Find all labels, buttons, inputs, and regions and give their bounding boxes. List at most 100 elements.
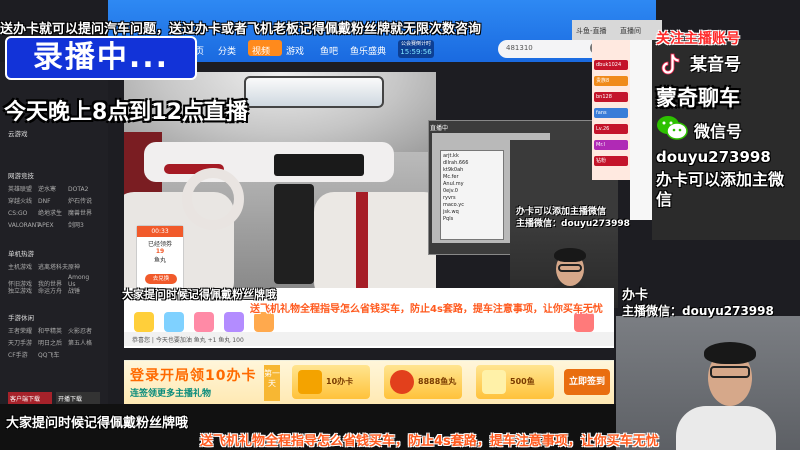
sunroof [244, 76, 384, 108]
gift-icon[interactable] [574, 312, 594, 332]
sidebar-item[interactable]: 战锤 [68, 286, 98, 295]
tiktok-label: 某音号 [690, 55, 741, 75]
follow-title: 关注主播账号 [656, 31, 740, 47]
gift-icon[interactable] [254, 312, 274, 332]
sidebar-item[interactable]: 第五人格 [68, 338, 98, 347]
sidebar-item[interactable]: CS:GO [8, 210, 38, 217]
prize-label: 8888鱼丸 [418, 377, 457, 386]
card-note: 办卡可以添加主微信 [656, 170, 785, 209]
coupon-timer: 00:33 [137, 226, 183, 237]
chat-badge: 钻粉 [594, 156, 628, 166]
nav-fishbar[interactable]: 鱼吧 [320, 44, 338, 57]
live-schedule: 今天晚上8点到12点直播 [4, 100, 248, 125]
sidebar-item[interactable]: 逆水寒 [38, 184, 68, 193]
coupon-unit: 鱼丸 [153, 257, 166, 264]
sidebar-item[interactable]: 和平精英 [38, 326, 68, 335]
sidebar-item[interactable]: DOTA2 [68, 186, 98, 193]
countdown-box[interactable]: 公会赛倒计时 15:59:56 [398, 40, 434, 58]
coupon-redeem-button[interactable]: 去兑换 [145, 274, 177, 284]
chat-badge: fans [594, 108, 628, 118]
sidebar-item[interactable]: 剑网3 [68, 220, 98, 229]
sidebar-row: VALORANTAPEX 剑网3 [8, 220, 103, 229]
wechat-icon [657, 116, 688, 140]
inner-window-title: 直播中 [430, 125, 449, 132]
nav-gala[interactable]: 鱼乐盛典 [350, 44, 386, 57]
sidebar-item[interactable]: 原神 [68, 262, 98, 271]
wechat-label: 微信号 [694, 122, 743, 141]
prize-card[interactable]: 10办卡 [292, 365, 370, 399]
sidebar-row: 穿越火线 DNF 炉石传说 [8, 196, 103, 205]
sidebar-item[interactable]: 命运方舟 [38, 286, 68, 295]
streamer-shirt [676, 406, 776, 450]
sidebar-item[interactable]: QQ飞车 [38, 350, 68, 359]
coupon-widget[interactable]: 00:33 已经领券 19 鱼丸 去兑换 [136, 225, 184, 291]
nav-video[interactable]: 视频 [252, 44, 270, 57]
inner-list-item: kt9k0ah [443, 167, 464, 173]
gift-icon[interactable] [134, 312, 154, 332]
browser-tab-2[interactable]: 直播间 [620, 26, 641, 36]
inner-list-item: jsk.wq [443, 209, 459, 215]
center-console [274, 184, 314, 284]
chat-line: 恭喜您 | 今天也要加油 鱼丸 +1 鱼丸 100 [124, 332, 614, 346]
inner-list-item: Anul.my [443, 181, 464, 187]
bottom-fan-badge-reminder: 大家提问时候记得佩戴粉丝牌哦 [6, 416, 189, 431]
sidebar-item[interactable]: APEX [38, 222, 68, 229]
inner-list-item: Pqls [443, 216, 454, 222]
sparkle-icon [482, 370, 506, 394]
sidebar-item[interactable]: 绝地求生 [38, 208, 68, 217]
sidebar-item[interactable]: 逃离塔科夫 [38, 262, 68, 271]
prize-label: 10办卡 [326, 377, 354, 386]
sidebar-item[interactable]: 王者荣耀 [8, 326, 38, 335]
countdown-label: 公会赛倒计时 [400, 41, 431, 47]
inner-list-item: maco.yc [443, 202, 464, 208]
sidebar-item[interactable]: DNF [38, 198, 68, 205]
sidebar-row: CS:GO 绝地求生 魔兽世界 [8, 208, 103, 217]
coupon-count: 19 [155, 248, 165, 255]
sidebar-item[interactable]: 英雄联盟 [8, 184, 38, 193]
sidebar-item[interactable]: 穿越火线 [8, 196, 38, 205]
gift-icon[interactable] [224, 312, 244, 332]
stream-screen: 首页 分类 视频 游戏 鱼吧 鱼乐盛典 公会赛倒计时 15:59:56 4813… [0, 0, 800, 450]
right-wechat-note: 主播微信：douyu273998 [622, 304, 774, 318]
sidebar-item[interactable]: 独立游戏 [8, 286, 38, 295]
nav-category[interactable]: 分类 [218, 44, 236, 57]
sidebar-row: CF手游 QQ飞车 [8, 350, 103, 359]
prize-fish[interactable]: 500鱼 [476, 365, 554, 399]
sidebar-title[interactable]: 云游戏 [8, 128, 103, 138]
nav-games[interactable]: 游戏 [286, 44, 304, 57]
chat-badge: bn128 [594, 92, 628, 102]
right-card-note: 办卡 [622, 288, 649, 303]
sidebar-row: 天刀手游 明日之后 第五人格 [8, 338, 103, 347]
sidebar-item[interactable]: 天刀手游 [8, 338, 38, 347]
sidebar-item[interactable]: 炉石传说 [68, 196, 98, 205]
gift-service-note: 送飞机礼物全程指导怎么省钱买车，防止4s套路，提车注意事项，让你买车无忧 [250, 304, 603, 315]
sidebar-item[interactable]: 明日之后 [38, 338, 68, 347]
banner-title: 登录开局领10办卡 [130, 368, 257, 384]
gift-icon[interactable] [164, 312, 184, 332]
chat-badge: Mr.l [594, 140, 628, 150]
inner-list-item: dllrah.666 [443, 160, 469, 166]
sidebar-item[interactable]: VALORANT [8, 222, 40, 229]
chat-badge: Lv.26 [594, 124, 628, 134]
prize-fishball[interactable]: 8888鱼丸 [384, 365, 462, 399]
tiktok-name: 蒙奇聊车 [656, 86, 740, 110]
sign-in-banner[interactable]: 登录开局领10办卡 连签领更多主播礼物 第一天 10办卡 8888鱼丸 500鱼… [124, 360, 614, 404]
glasses-icon [558, 264, 582, 272]
steering-wheel [182, 168, 244, 230]
sign-in-button[interactable]: 立即签到 [564, 369, 610, 395]
sidebar-item[interactable]: CF手游 [8, 350, 38, 359]
prize-label: 500鱼 [510, 377, 535, 386]
inner-list-item: Mc.fer [443, 174, 459, 180]
sidebar-item[interactable]: 火影忍者 [68, 326, 98, 335]
browser-tab-1[interactable]: 斗鱼-直播 [576, 26, 607, 36]
tiktok-icon [661, 53, 680, 75]
sidebar-row: 王者荣耀 和平精英 火影忍者 [8, 326, 103, 335]
gift-icon[interactable] [194, 312, 214, 332]
top-banner-text: 送办卡就可以提问汽车问题，送过办卡或者飞机老板记得佩戴粉丝牌就无限次数咨询 [0, 22, 482, 37]
card-icon [298, 370, 322, 394]
seat-right [314, 192, 436, 288]
sidebar-item[interactable]: 主机游戏 [8, 262, 38, 271]
sidebar-item[interactable]: 魔兽世界 [68, 208, 98, 217]
recording-badge: 录播中... [5, 36, 197, 80]
bottom-gift-service-note: 送飞机礼物全程指导怎么省钱买车，防止4s套路，提车注意事项，让你买车无忧 [200, 434, 659, 449]
